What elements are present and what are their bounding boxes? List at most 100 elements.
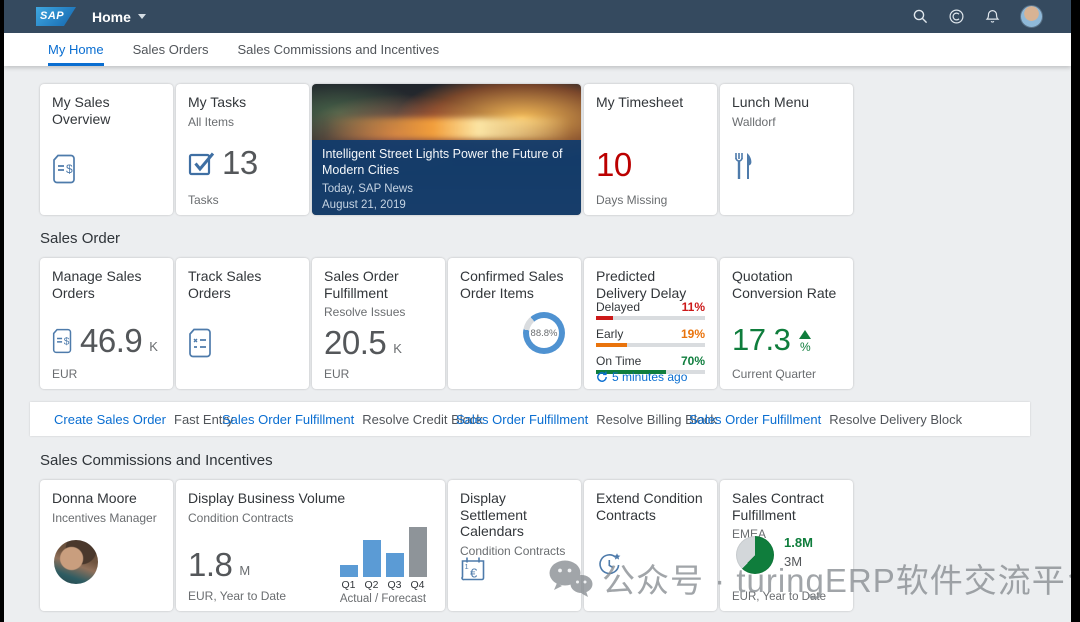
kpi-unit: K <box>149 339 158 354</box>
tile-title: Display Business Volume <box>188 490 346 506</box>
kpi-unit: M <box>239 563 251 578</box>
refresh-text: 5 minutes ago <box>612 370 688 384</box>
tile-subtitle: Condition Contracts <box>188 510 294 525</box>
news-source: Today, SAP News <box>322 182 413 195</box>
tile-title: Lunch Menu <box>732 94 810 110</box>
bell-icon[interactable] <box>984 9 1000 25</box>
donut-chart: 88.8% <box>523 312 565 354</box>
tile-display-business-volume[interactable]: Display Business Volume Condition Contra… <box>176 480 445 611</box>
section-header-commissions: Sales Commissions and Incentives <box>40 452 273 469</box>
sap-logo-text: SAP <box>40 10 65 22</box>
tile-donna-moore[interactable]: Donna Moore Incentives Manager <box>40 480 173 611</box>
tab-sales-commissions[interactable]: Sales Commissions and Incentives <box>238 33 440 66</box>
app-frame: SAP Home My Home Sales Orders Sales Comm… <box>4 0 1071 622</box>
row-label: Delayed <box>596 300 641 314</box>
tile-footer: EUR <box>52 367 78 381</box>
profile-photo <box>54 540 98 584</box>
comparison-chart: Delayed 11% Early 19% On Time 70% <box>596 300 705 381</box>
bar-fill <box>596 343 627 347</box>
tile-title: Sales Order Fulfillment <box>324 268 399 301</box>
fork-knife-icon <box>732 152 754 180</box>
tile-title: Quotation Conversion Rate <box>732 268 837 301</box>
trend-up-icon <box>799 330 812 339</box>
tab-my-home[interactable]: My Home <box>48 33 104 66</box>
pie-target-value: 3M <box>784 554 803 569</box>
task-check-icon <box>188 150 215 177</box>
link-group: Sales Order Fulfillment Resolve Delivery… <box>689 402 962 436</box>
tile-my-timesheet[interactable]: My Timesheet 10 Days Missing <box>584 84 717 215</box>
news-headline: Intelligent Street Lights Power the Futu… <box>322 147 563 177</box>
bar-fill <box>596 316 614 320</box>
row-label: On Time <box>596 354 642 368</box>
news-overlay: Intelligent Street Lights Power the Futu… <box>312 140 581 215</box>
bar-cat: Q2 <box>364 579 379 591</box>
tile-quotation-conversion-rate[interactable]: Quotation Conversion Rate 17.3 % Current… <box>720 258 853 389</box>
row-value: 11% <box>681 300 705 314</box>
tile-sales-contract-fulfillment[interactable]: Sales Contract Fulfillment EMEA 1.8M 3M … <box>720 480 853 611</box>
kpi-unit: % <box>800 340 811 354</box>
search-icon[interactable] <box>912 9 928 25</box>
svg-text:1: 1 <box>465 562 469 571</box>
tile-title: My Timesheet <box>596 94 684 110</box>
bar-cat: Q3 <box>387 579 402 591</box>
tasks-count: 13 <box>222 144 258 181</box>
link-sales-order-fulfillment-credit[interactable]: Sales Order Fulfillment <box>222 412 354 427</box>
copilot-icon[interactable] <box>948 9 964 25</box>
tile-confirmed-sales-order-items[interactable]: Confirmed Sales Order Items 88.8% <box>448 258 581 389</box>
refresh-status[interactable]: 5 minutes ago <box>596 370 687 384</box>
tile-my-tasks[interactable]: My Tasks All Items 13 Tasks <box>176 84 309 215</box>
tile-lunch-menu[interactable]: Lunch Menu Walldorf <box>720 84 853 215</box>
pie-chart <box>736 536 774 574</box>
svg-text:€: € <box>470 566 478 581</box>
tile-subtitle: Walldorf <box>732 114 776 129</box>
link-create-sales-order[interactable]: Create Sales Order <box>54 412 166 427</box>
tile-footer: Current Quarter <box>732 367 817 381</box>
tile-footer: EUR, Year to Date <box>188 589 287 603</box>
timesheet-count: 10 <box>596 146 632 183</box>
tile-title: Donna Moore <box>52 490 137 506</box>
link-group: Sales Order Fulfillment Resolve Billing … <box>456 402 717 436</box>
kpi-value: 20.5 <box>324 324 387 361</box>
tile-my-sales-overview[interactable]: My Sales Overview $ <box>40 84 173 215</box>
user-avatar[interactable] <box>1020 5 1043 28</box>
link-sales-order-fulfillment-billing[interactable]: Sales Order Fulfillment <box>456 412 588 427</box>
bar-q3 <box>385 553 404 577</box>
clock-star-icon <box>596 552 623 579</box>
chart-row-early: Early 19% <box>596 327 705 347</box>
quick-links-bar: Create Sales Order Fast Entry Sales Orde… <box>30 402 1030 436</box>
tile-display-settlement-calendars[interactable]: Display Settlement Calendars Condition C… <box>448 480 581 611</box>
link-sales-order-fulfillment-delivery[interactable]: Sales Order Fulfillment <box>689 412 821 427</box>
tile-subtitle: All Items <box>188 114 235 129</box>
bar-q1 <box>339 565 358 577</box>
tile-extend-condition-contracts[interactable]: Extend Condition Contracts <box>584 480 717 611</box>
section-header-sales-order: Sales Order <box>40 230 121 247</box>
shell-topbar: SAP Home <box>4 0 1071 33</box>
tile-footer: Days Missing <box>596 193 668 207</box>
tile-predicted-delivery-delay[interactable]: Predicted Delivery Delay Delayed 11% Earl… <box>584 258 717 389</box>
tab-sales-orders[interactable]: Sales Orders <box>133 33 209 66</box>
document-dollar-icon: $ <box>52 328 73 354</box>
news-date: August 21, 2019 <box>322 198 406 211</box>
bar-q2 <box>362 540 381 577</box>
bar-cat: Q4 <box>410 579 425 591</box>
tile-footer: EUR, Year to Date <box>732 591 826 603</box>
tile-manage-sales-orders[interactable]: Manage Sales Orders $ 46.9 K EUR <box>40 258 173 389</box>
tile-title: Confirmed Sales Order Items <box>460 268 564 301</box>
row-value: 70% <box>680 354 705 368</box>
shell-home-menu[interactable]: Home <box>92 9 131 25</box>
sap-logo[interactable]: SAP <box>36 7 76 26</box>
row-label: Early <box>596 327 624 341</box>
tile-title: Sales Contract Fulfillment <box>732 490 824 523</box>
link-group: Create Sales Order Fast Entry <box>54 402 233 436</box>
chart-caption: Actual / Forecast <box>339 593 427 605</box>
tile-title: Display Settlement Calendars <box>460 490 527 540</box>
link-desc: Resolve Delivery Block <box>829 411 963 427</box>
kpi-value: 46.9 <box>80 322 143 359</box>
chevron-down-icon[interactable] <box>137 14 146 19</box>
news-tile[interactable]: Intelligent Street Lights Power the Futu… <box>312 84 581 215</box>
tile-sales-order-fulfillment[interactable]: Sales Order Fulfillment Resolve Issues 2… <box>312 258 445 389</box>
pie-actual-value: 1.8M <box>784 535 813 550</box>
tile-title: Predicted Delivery Delay <box>596 268 687 301</box>
tile-track-sales-orders[interactable]: Track Sales Orders <box>176 258 309 389</box>
tile-title: Track Sales Orders <box>188 268 262 301</box>
